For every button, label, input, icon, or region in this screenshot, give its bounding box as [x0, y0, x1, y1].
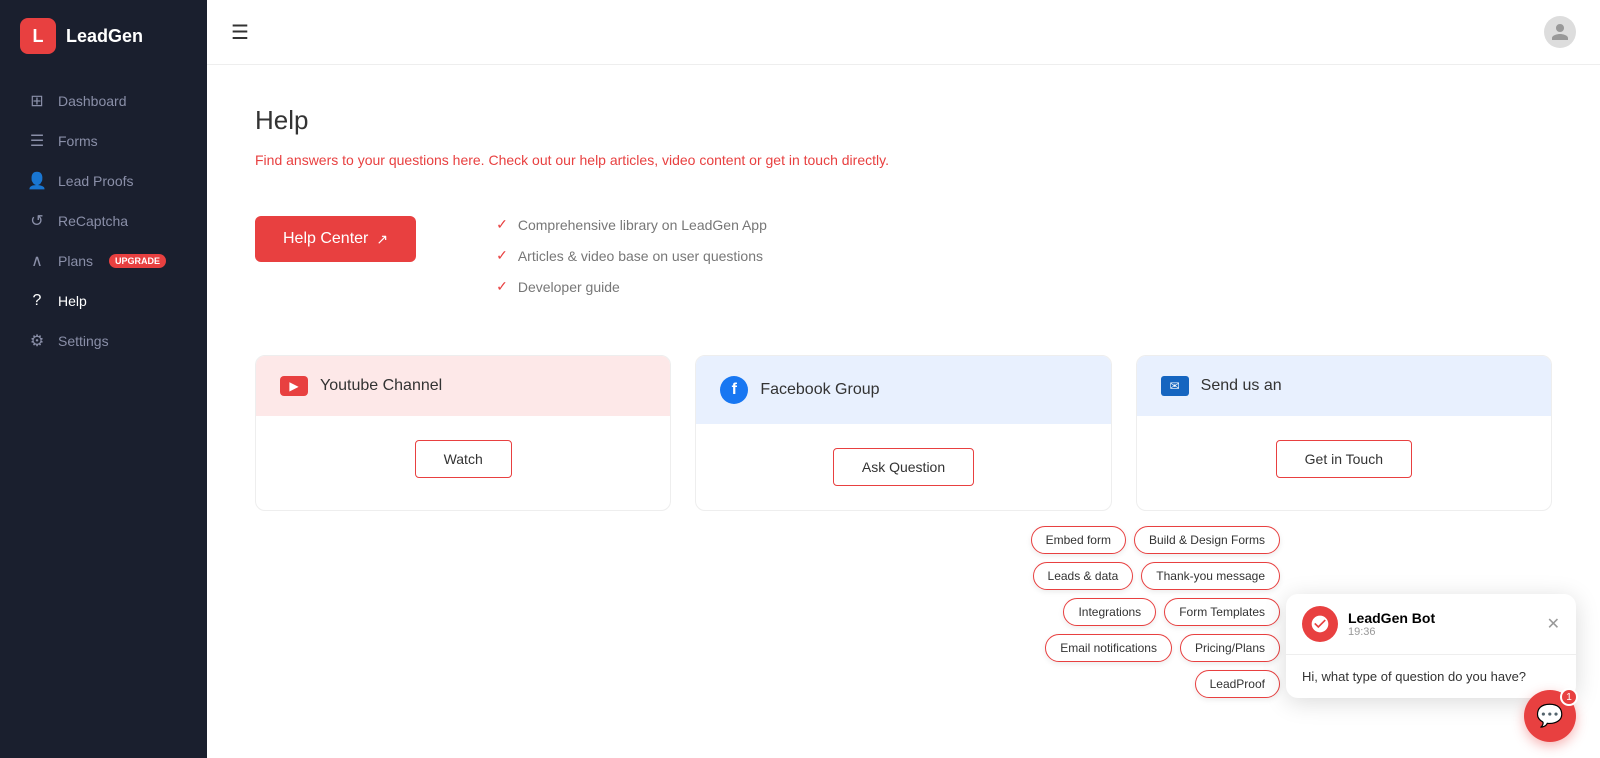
chip-form-templates[interactable]: Form Templates: [1164, 598, 1280, 626]
youtube-card-title: Youtube Channel: [320, 377, 442, 395]
check-icon-2: ✓: [496, 247, 508, 264]
logo-icon: L: [20, 18, 56, 54]
hamburger-icon[interactable]: ☰: [231, 20, 249, 45]
youtube-icon: ▶: [280, 376, 308, 396]
facebook-card-title: Facebook Group: [760, 381, 879, 399]
chat-chips: Embed form Build & Design Forms Leads & …: [1031, 526, 1280, 698]
sidebar-item-lead-proofs[interactable]: 👤 Lead Proofs: [8, 162, 199, 200]
page-content: Help Find answers to your questions here…: [207, 65, 1600, 551]
sidebar-label-dashboard: Dashboard: [58, 93, 127, 109]
youtube-card-body: Watch: [256, 416, 670, 502]
chip-row-2: Leads & data Thank-you message: [1033, 562, 1280, 590]
sidebar: L LeadGen ⊞ Dashboard ☰ Forms 👤 Lead Pro…: [0, 0, 207, 758]
external-link-icon: ↗: [376, 231, 388, 248]
chip-leads-data[interactable]: Leads & data: [1033, 562, 1134, 590]
sidebar-item-dashboard[interactable]: ⊞ Dashboard: [8, 82, 199, 120]
help-center-section: Help Center ↗ ✓ Comprehensive library on…: [255, 216, 1552, 295]
chat-bot-info: LeadGen Bot 19:36: [1302, 606, 1435, 642]
chat-bubble-button[interactable]: 💬 1: [1524, 690, 1576, 742]
watch-button[interactable]: Watch: [415, 440, 512, 478]
chip-integrations[interactable]: Integrations: [1063, 598, 1156, 626]
facebook-icon: f: [720, 376, 748, 404]
youtube-card-header: ▶ Youtube Channel: [256, 356, 670, 416]
help-center-button[interactable]: Help Center ↗: [255, 216, 416, 262]
email-card: ✉ Send us an Get in Touch: [1136, 355, 1552, 511]
sidebar-label-settings: Settings: [58, 333, 109, 349]
recaptcha-icon: ↺: [28, 212, 46, 230]
email-card-body: Get in Touch: [1137, 416, 1551, 502]
chip-email-notifications[interactable]: Email notifications: [1045, 634, 1172, 662]
forms-icon: ☰: [28, 132, 46, 150]
help-feature-label-3: Developer guide: [518, 279, 620, 295]
cards-row: ▶ Youtube Channel Watch f Facebook Group…: [255, 355, 1552, 511]
youtube-card: ▶ Youtube Channel Watch: [255, 355, 671, 511]
topbar: ☰: [207, 0, 1600, 65]
sidebar-item-recaptcha[interactable]: ↺ ReCaptcha: [8, 202, 199, 240]
check-icon-3: ✓: [496, 278, 508, 295]
chat-bubble-icon: 💬: [1536, 703, 1563, 729]
chat-widget: LeadGen Bot 19:36 ✕ Hi, what type of que…: [1286, 594, 1576, 698]
sidebar-label-plans: Plans: [58, 253, 93, 269]
sidebar-label-help: Help: [58, 293, 87, 309]
logo[interactable]: L LeadGen: [0, 0, 207, 72]
chat-bot-time: 19:36: [1348, 626, 1435, 638]
sidebar-nav: ⊞ Dashboard ☰ Forms 👤 Lead Proofs ↺ ReCa…: [0, 72, 207, 370]
chat-close-icon[interactable]: ✕: [1547, 614, 1560, 634]
chip-pricing-plans[interactable]: Pricing/Plans: [1180, 634, 1280, 662]
chip-row-3: Integrations Form Templates: [1063, 598, 1280, 626]
lead-proofs-icon: 👤: [28, 172, 46, 190]
page-title: Help: [255, 105, 1552, 136]
help-features-list: ✓ Comprehensive library on LeadGen App ✓…: [496, 216, 767, 295]
sidebar-item-plans[interactable]: ∧ Plans UPGRADE: [8, 242, 199, 280]
dashboard-icon: ⊞: [28, 92, 46, 110]
page-subtitle: Find answers to your questions here. Che…: [255, 152, 1552, 168]
check-icon-1: ✓: [496, 216, 508, 233]
chip-row-1: Embed form Build & Design Forms: [1031, 526, 1280, 554]
sidebar-label-recaptcha: ReCaptcha: [58, 213, 128, 229]
facebook-card-header: f Facebook Group: [696, 356, 1110, 424]
sidebar-item-forms[interactable]: ☰ Forms: [8, 122, 199, 160]
chat-header: LeadGen Bot 19:36 ✕: [1286, 594, 1576, 655]
help-feature-1: ✓ Comprehensive library on LeadGen App: [496, 216, 767, 233]
email-icon: ✉: [1161, 376, 1189, 396]
chat-message: Hi, what type of question do you have?: [1286, 655, 1576, 698]
chat-bubble-badge: 1: [1560, 688, 1578, 706]
chat-bot-details: LeadGen Bot 19:36: [1348, 610, 1435, 638]
email-card-header: ✉ Send us an: [1137, 356, 1551, 416]
help-feature-label-2: Articles & video base on user questions: [518, 248, 763, 264]
chip-embed-form[interactable]: Embed form: [1031, 526, 1126, 554]
sidebar-label-lead-proofs: Lead Proofs: [58, 173, 134, 189]
chip-row-4: Email notifications Pricing/Plans: [1045, 634, 1280, 662]
sidebar-item-help[interactable]: ? Help: [8, 282, 199, 320]
help-center-label: Help Center: [283, 230, 368, 248]
logo-text: LeadGen: [66, 26, 143, 47]
help-feature-label-1: Comprehensive library on LeadGen App: [518, 217, 767, 233]
chat-bot-name: LeadGen Bot: [1348, 610, 1435, 626]
help-feature-2: ✓ Articles & video base on user question…: [496, 247, 767, 264]
facebook-card: f Facebook Group Ask Question: [695, 355, 1111, 511]
chat-bot-avatar: [1302, 606, 1338, 642]
upgrade-badge: UPGRADE: [109, 254, 166, 268]
sidebar-item-settings[interactable]: ⚙ Settings: [8, 322, 199, 360]
chip-row-5: LeadProof: [1195, 670, 1280, 698]
plans-icon: ∧: [28, 252, 46, 270]
email-card-title: Send us an: [1201, 377, 1282, 395]
user-avatar[interactable]: [1544, 16, 1576, 48]
settings-icon: ⚙: [28, 332, 46, 350]
help-feature-3: ✓ Developer guide: [496, 278, 767, 295]
chip-build-design[interactable]: Build & Design Forms: [1134, 526, 1280, 554]
get-in-touch-button[interactable]: Get in Touch: [1276, 440, 1412, 478]
help-icon: ?: [28, 292, 46, 310]
chip-leadproof[interactable]: LeadProof: [1195, 670, 1280, 698]
chip-thankyou[interactable]: Thank-you message: [1141, 562, 1280, 590]
ask-question-button[interactable]: Ask Question: [833, 448, 974, 486]
sidebar-label-forms: Forms: [58, 133, 98, 149]
facebook-card-body: Ask Question: [696, 424, 1110, 510]
